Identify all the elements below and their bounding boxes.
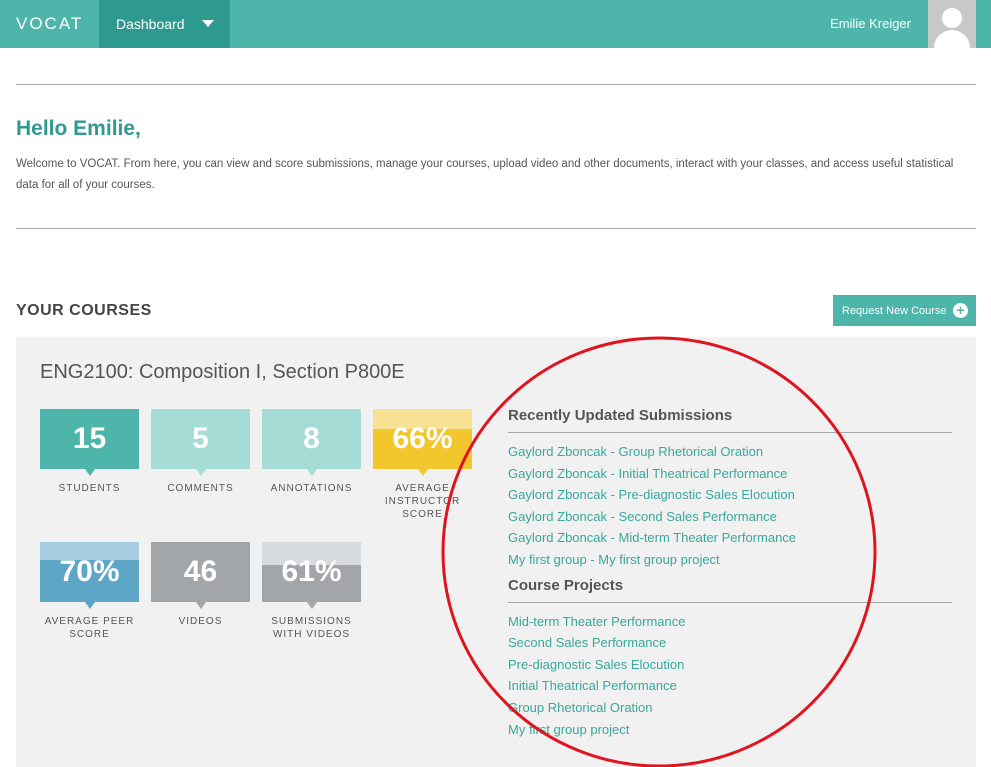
course-project-link[interactable]: My first group project bbox=[508, 719, 952, 741]
recent-submission-link[interactable]: Gaylord Zboncak - Pre-diagnostic Sales E… bbox=[508, 484, 952, 506]
recent-submission-link[interactable]: My first group - My first group project bbox=[508, 549, 952, 571]
request-new-course-label: Request New Course bbox=[842, 305, 947, 317]
stat-box: 46 bbox=[151, 542, 250, 602]
course-title[interactable]: ENG2100: Composition I, Section P800E bbox=[40, 361, 405, 384]
triangle-down-icon bbox=[84, 602, 95, 609]
stat-tile: 15 STUDENTS bbox=[40, 409, 139, 495]
top-navbar: VOCAT Dashboard Emilie Kreiger bbox=[0, 0, 991, 48]
stat-value: 70% bbox=[59, 555, 120, 588]
recent-submission-link[interactable]: Gaylord Zboncak - Group Rhetorical Orati… bbox=[508, 441, 952, 463]
stat-value: 46 bbox=[183, 555, 218, 588]
stat-tile: 61% SUBMISSIONS WITH VIDEOS bbox=[262, 542, 361, 641]
stat-label: STUDENTS bbox=[58, 483, 121, 494]
recent-submissions-list: Gaylord Zboncak - Group Rhetorical Orati… bbox=[508, 441, 952, 571]
stat-tile: 8 ANNOTATIONS bbox=[262, 409, 361, 495]
stat-tile: 46 VIDEOS bbox=[151, 542, 250, 628]
stat-label: SUBMISSIONS WITH VIDEOS bbox=[271, 616, 352, 640]
stat-box: 70% bbox=[40, 542, 139, 602]
triangle-down-icon bbox=[195, 469, 206, 476]
stat-label: AVERAGE INSTRUCTOR SCORE bbox=[384, 483, 461, 520]
recent-submissions-heading: Recently Updated Submissions bbox=[508, 407, 952, 433]
vocat-logo[interactable]: VOCAT bbox=[16, 14, 83, 34]
course-projects-heading: Course Projects bbox=[508, 577, 952, 603]
dashboard-label: Dashboard bbox=[116, 16, 185, 32]
plus-icon: + bbox=[953, 303, 968, 318]
stat-tile: 5 COMMENTS bbox=[151, 409, 250, 495]
recent-submission-link[interactable]: Gaylord Zboncak - Second Sales Performan… bbox=[508, 506, 952, 528]
stat-tile: 66% AVERAGE INSTRUCTOR SCORE bbox=[373, 409, 472, 521]
stat-box: 61% bbox=[262, 542, 361, 602]
course-project-link[interactable]: Mid-term Theater Performance bbox=[508, 611, 952, 633]
course-project-link[interactable]: Group Rhetorical Oration bbox=[508, 697, 952, 719]
triangle-down-icon bbox=[195, 602, 206, 609]
stat-value: 8 bbox=[303, 422, 320, 455]
user-body-icon bbox=[934, 30, 970, 48]
recent-submission-link[interactable]: Gaylord Zboncak - Mid-term Theater Perfo… bbox=[508, 527, 952, 549]
stat-box: 8 bbox=[262, 409, 361, 469]
stat-box: 15 bbox=[40, 409, 139, 469]
stat-label: ANNOTATIONS bbox=[270, 483, 353, 494]
stat-value: 5 bbox=[192, 422, 209, 455]
stat-box: 5 bbox=[151, 409, 250, 469]
dashboard-menu-button[interactable]: Dashboard bbox=[99, 0, 230, 48]
divider bbox=[16, 228, 976, 229]
triangle-down-icon bbox=[84, 469, 95, 476]
course-project-link[interactable]: Initial Theatrical Performance bbox=[508, 675, 952, 697]
stat-label: AVERAGE PEER SCORE bbox=[44, 616, 135, 640]
stat-label: COMMENTS bbox=[167, 483, 234, 494]
stat-value: 15 bbox=[72, 422, 107, 455]
stat-value: 61% bbox=[281, 555, 342, 588]
course-projects-list: Mid-term Theater Performance Second Sales… bbox=[508, 611, 952, 741]
divider bbox=[16, 84, 976, 85]
course-project-link[interactable]: Pre-diagnostic Sales Elocution bbox=[508, 654, 952, 676]
stat-value: 66% bbox=[392, 422, 453, 455]
avatar[interactable] bbox=[928, 0, 976, 48]
triangle-down-icon bbox=[417, 469, 428, 476]
request-new-course-button[interactable]: Request New Course + bbox=[833, 295, 976, 326]
course-card: ENG2100: Composition I, Section P800E 15… bbox=[16, 337, 976, 767]
welcome-text: Welcome to VOCAT. From here, you can vie… bbox=[16, 158, 954, 191]
course-links: Recently Updated Submissions Gaylord Zbo… bbox=[508, 407, 952, 740]
recent-submission-link[interactable]: Gaylord Zboncak - Initial Theatrical Per… bbox=[508, 463, 952, 485]
stat-tile: 70% AVERAGE PEER SCORE bbox=[40, 542, 139, 641]
triangle-down-icon bbox=[306, 469, 317, 476]
user-head-icon bbox=[942, 8, 962, 28]
stat-box: 66% bbox=[373, 409, 472, 469]
stat-label: VIDEOS bbox=[178, 616, 223, 627]
user-name-link[interactable]: Emilie Kreiger bbox=[830, 16, 911, 31]
greeting-title: Hello Emilie, bbox=[16, 117, 141, 140]
course-project-link[interactable]: Second Sales Performance bbox=[508, 632, 952, 654]
courses-heading: YOUR COURSES bbox=[16, 302, 152, 319]
chevron-down-icon bbox=[202, 20, 214, 27]
triangle-down-icon bbox=[306, 602, 317, 609]
